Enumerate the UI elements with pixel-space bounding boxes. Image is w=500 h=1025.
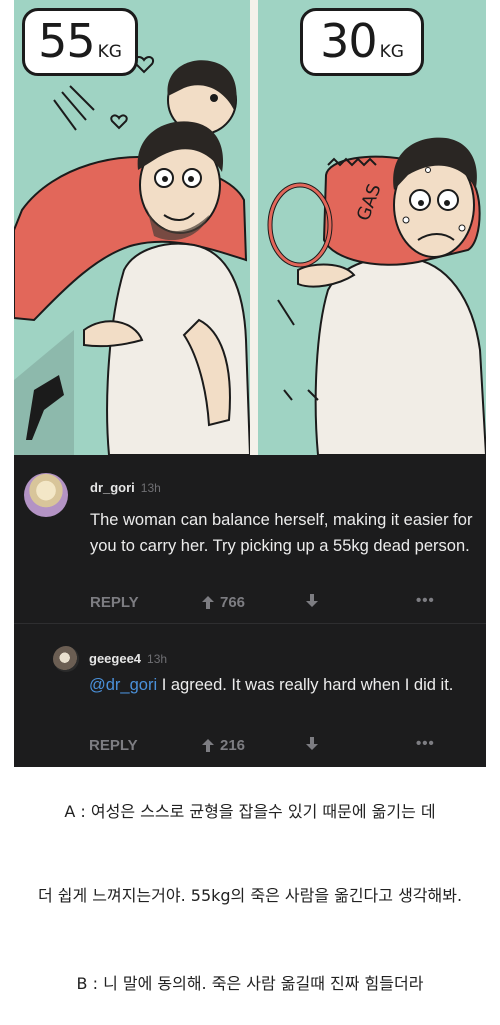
comment-time: 13h <box>147 652 168 666</box>
comment-text-body: I agreed. It was really hard when I did … <box>157 676 454 694</box>
reply-button[interactable]: REPLY <box>90 594 139 611</box>
more-options-button[interactable]: ••• <box>416 592 435 609</box>
page: GAS 55 KG 30 KG dr_gori 13h The woman ca… <box>0 0 500 1025</box>
weight-bubble-left: 55 KG <box>22 8 138 76</box>
weight-unit-left: KG <box>97 42 122 62</box>
arrow-down-icon <box>306 594 318 607</box>
comment-text: @dr_gori I agreed. It was really hard wh… <box>89 672 474 698</box>
comment-text: The woman can balance herself, making it… <box>90 511 473 555</box>
weight-unit-right: KG <box>379 42 404 62</box>
weight-value-right: 30 <box>320 14 378 68</box>
caption-line-middle: 더 쉽게 느껴지는거야. 55kg의 죽은 사람을 옮긴다고 생각해봐. <box>37 886 463 905</box>
comment-thread: dr_gori 13h The woman can balance herself… <box>14 455 486 767</box>
upvote-button[interactable]: 216 <box>202 737 245 754</box>
translation-caption: A : 여성은 스스로 균형을 잡을수 있기 때문에 옮기는 데 더 쉽게 느껴… <box>0 768 500 1025</box>
weight-value-left: 55 <box>38 14 96 68</box>
arrow-up-icon <box>202 739 214 752</box>
username[interactable]: geegee4 <box>89 651 141 666</box>
comment-actions: REPLY 216 ••• <box>14 734 486 758</box>
upvote-count: 216 <box>220 737 246 754</box>
upvote-button[interactable]: 766 <box>202 594 245 611</box>
comment-actions: REPLY 766 ••• <box>14 591 486 615</box>
comic-image: GAS 55 KG 30 KG <box>14 0 486 455</box>
arrow-down-icon <box>306 737 318 750</box>
username[interactable]: dr_gori <box>90 480 135 495</box>
weight-bubble-right: 30 KG <box>300 8 424 76</box>
comment-author[interactable]: geegee4 13h <box>89 651 167 666</box>
comment-dr-gori: dr_gori 13h The woman can balance herself… <box>14 455 486 624</box>
caption-line-b: B : 니 말에 동의해. 죽은 사람 옮길때 진짜 힘들더라 <box>76 974 424 993</box>
caption-line-a: A : 여성은 스스로 균형을 잡을수 있기 때문에 옮기는 데 <box>64 802 436 821</box>
avatar[interactable] <box>53 646 79 672</box>
comment-geegee4: geegee4 13h @dr_gori I agreed. It was rea… <box>14 624 486 767</box>
user-mention-link[interactable]: @dr_gori <box>89 676 157 694</box>
more-options-button[interactable]: ••• <box>416 735 435 752</box>
comment-time: 13h <box>140 481 161 495</box>
upvote-count: 766 <box>220 594 246 611</box>
downvote-button[interactable] <box>306 594 318 611</box>
comment-author[interactable]: dr_gori 13h <box>90 480 161 495</box>
arrow-up-icon <box>202 596 214 609</box>
reply-button[interactable]: REPLY <box>89 737 138 754</box>
downvote-button[interactable] <box>306 737 318 754</box>
avatar[interactable] <box>24 473 68 517</box>
